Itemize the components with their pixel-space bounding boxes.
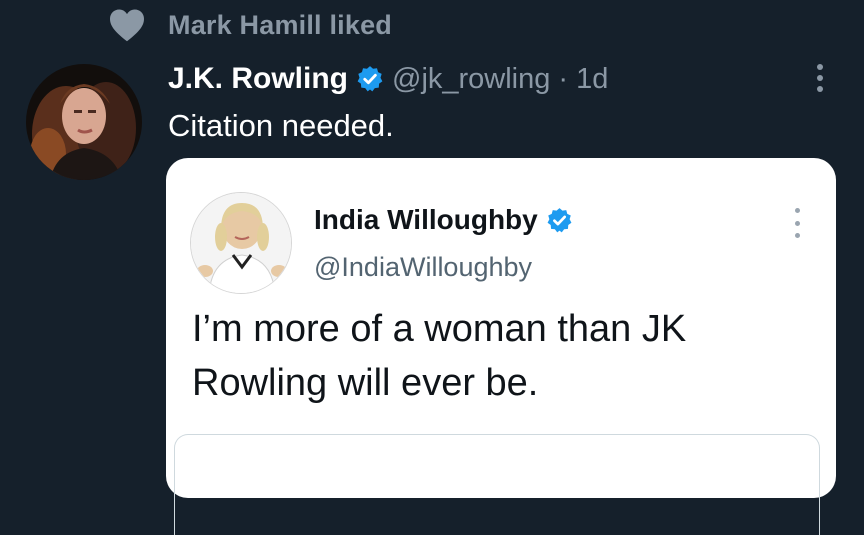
social-context-text[interactable]: Mark Hamill liked: [168, 10, 392, 41]
author-avatar-image: [26, 64, 142, 180]
avatar[interactable]: [26, 64, 142, 180]
more-dot-icon: [817, 86, 823, 92]
verified-badge-icon[interactable]: [546, 207, 573, 234]
more-dot-icon: [794, 233, 800, 238]
more-dot-icon: [817, 75, 823, 81]
quoted-tweet-card[interactable]: India Willoughby @IndiaWilloughby I’m mo…: [166, 158, 836, 535]
author-handle[interactable]: @jk_rowling: [392, 63, 550, 96]
separator-dot: ·: [558, 62, 569, 95]
tweet-header: J.K. Rowling @jk_rowling · 1d: [168, 62, 608, 96]
heart-icon: [110, 9, 144, 42]
more-dot-icon: [794, 208, 800, 213]
quoted-author-handle[interactable]: @IndiaWilloughby: [314, 252, 532, 283]
quoted-more-options-button[interactable]: [790, 208, 804, 238]
quoted-tweet-text: I’m more of a woman than JK Rowling will…: [192, 308, 687, 404]
tweet-timestamp[interactable]: 1d: [576, 63, 608, 96]
more-dot-icon: [794, 220, 800, 226]
quoted-author-name[interactable]: India Willoughby: [314, 204, 538, 236]
quoted-media-frame: [174, 434, 820, 535]
more-dot-icon: [817, 64, 823, 70]
quoted-avatar-image: [191, 193, 291, 293]
verified-badge-icon[interactable]: [356, 65, 384, 93]
social-context: Mark Hamill liked: [108, 8, 392, 42]
quoted-header: India Willoughby: [314, 204, 573, 236]
author-name[interactable]: J.K. Rowling: [168, 62, 348, 96]
more-options-button[interactable]: [808, 60, 832, 96]
quoted-author-avatar[interactable]: [190, 192, 292, 294]
tweet-text: Citation needed.: [168, 108, 394, 143]
